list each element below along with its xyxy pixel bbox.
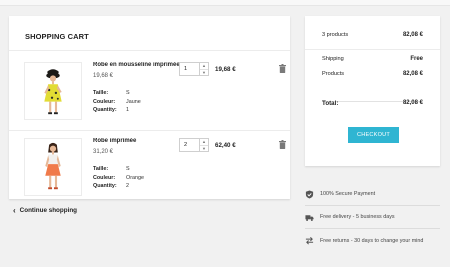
chevron-left-icon: ‹ [13, 205, 16, 215]
reassurance-free-delivery: Free delivery - 5 business days [305, 206, 440, 229]
attribute-value: S [126, 166, 130, 172]
shipping-value: Free [410, 56, 423, 62]
checkout-button[interactable]: CHECKOUT [348, 127, 399, 143]
yellow-dress-model-image [25, 63, 81, 119]
delete-icon[interactable] [279, 140, 286, 149]
delete-icon[interactable] [279, 64, 286, 73]
products-count-label: 3 products [322, 32, 349, 38]
quantity-stepper[interactable]: 2 ▲ ▼ [179, 138, 209, 152]
total-label: Total: [322, 100, 339, 107]
product-thumbnail[interactable] [24, 138, 82, 196]
attribute-label: Quantity: [93, 183, 117, 189]
products-subtotal-row: Products 82,08 € [322, 71, 423, 77]
attribute-value: 1 [126, 107, 129, 113]
attribute-label: Couleur: [93, 98, 116, 105]
stepper-buttons: ▲ ▼ [199, 139, 208, 151]
reassurance-text: 100% Secure Payment [320, 191, 376, 197]
decrement-icon[interactable]: ▼ [200, 69, 208, 75]
product-attributes: Taille: S Couleur: Orange Quantity: 2 [93, 165, 144, 191]
products-value: 82,08 € [402, 71, 423, 77]
cart-item: Robe en mousseline imprimée 19,68 € Tail… [9, 62, 290, 124]
continue-shopping-link[interactable]: ‹ Continue shopping [13, 205, 78, 215]
products-label: Products [322, 71, 345, 77]
total-row: Total: 82,08 € [322, 100, 423, 107]
quantity-input[interactable]: 1 [184, 66, 187, 72]
divider [9, 50, 290, 51]
reassurance-text: Free returns - 30 days to change your mi… [320, 237, 424, 244]
divider [9, 130, 290, 131]
line-total: 62,40 € [215, 142, 236, 149]
total-value: 82,08 € [402, 100, 423, 106]
reassurance-secure-payment: 100% Secure Payment [305, 183, 440, 206]
product-name[interactable]: Robe en mousseline imprimée [93, 62, 188, 68]
attribute-label: Couleur: [93, 174, 116, 181]
quantity-input[interactable]: 2 [184, 142, 187, 148]
line-total: 19,68 € [215, 66, 236, 73]
exchange-arrows-icon [305, 236, 314, 245]
shield-check-icon [305, 189, 314, 199]
shipping-row: Shipping Free [322, 56, 423, 62]
order-summary-panel: 3 products 82,08 € Shipping Free Product… [305, 16, 440, 166]
product-name[interactable]: Robe imprimée [93, 138, 188, 144]
stepper-buttons: ▲ ▼ [199, 63, 208, 75]
attribute-value: 2 [126, 183, 129, 189]
attribute-value: Jaune [126, 98, 141, 105]
products-count-row: 3 products 82,08 € [322, 32, 423, 38]
decrement-icon[interactable]: ▼ [200, 145, 208, 151]
attribute-label: Quantity: [93, 107, 117, 113]
attribute-label: Taille: [93, 90, 109, 96]
cart-title: SHOPPING CART [25, 32, 89, 41]
orange-dress-model-image [25, 139, 81, 195]
top-strip [0, 0, 450, 6]
attribute-value: S [126, 90, 130, 96]
shopping-cart-panel: SHOPPING CART Robe en mousseline imprimé… [9, 16, 290, 199]
attribute-label: Taille: [93, 166, 109, 172]
attribute-value: Orange [126, 174, 144, 181]
product-attributes: Taille: S Couleur: Jaune Quantity: 1 [93, 89, 141, 115]
reassurance-text: Free delivery - 5 business days [320, 214, 395, 220]
quantity-stepper[interactable]: 1 ▲ ▼ [179, 62, 209, 76]
products-count-value: 82,08 € [402, 32, 423, 38]
divider [305, 49, 440, 50]
product-unit-price: 31,20 € [93, 149, 114, 155]
cart-item: Robe imprimée 31,20 € Taille: S Couleur: O… [9, 138, 290, 200]
truck-icon [305, 214, 314, 221]
reassurance-free-returns: Free returns - 30 days to change your mi… [305, 229, 440, 252]
product-thumbnail[interactable] [24, 62, 82, 120]
continue-shopping-label: Continue shopping [19, 207, 78, 214]
product-unit-price: 19,68 € [93, 73, 114, 79]
shipping-label: Shipping [322, 56, 344, 62]
